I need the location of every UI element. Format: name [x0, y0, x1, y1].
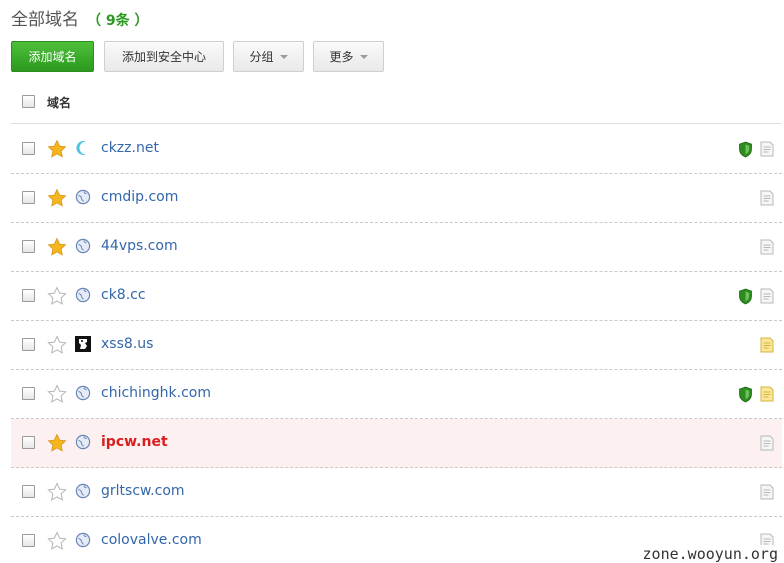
more-dropdown-button[interactable]: 更多 [313, 41, 384, 72]
table-row: ckzz.net [11, 125, 782, 174]
star-empty-icon[interactable] [47, 531, 67, 551]
add-to-security-center-label: 添加到安全中心 [121, 50, 206, 64]
star-filled-icon[interactable] [47, 237, 67, 257]
table-header: 域名 [11, 86, 782, 124]
row-checkbox[interactable] [22, 191, 35, 204]
row-checkbox[interactable] [22, 289, 35, 302]
row-checkbox[interactable] [22, 338, 35, 351]
star-filled-icon[interactable] [47, 433, 67, 453]
star-filled-icon[interactable] [47, 188, 67, 208]
moon-favicon-icon [75, 140, 91, 156]
ghost-favicon-icon [75, 336, 91, 352]
table-row: 44vps.com [11, 223, 782, 272]
shield-icon[interactable] [738, 288, 753, 305]
star-empty-icon[interactable] [47, 286, 67, 306]
globe-icon [75, 238, 91, 254]
note-icon[interactable] [760, 484, 774, 500]
domain-link[interactable]: xss8.us [101, 336, 153, 352]
row-checkbox[interactable] [22, 142, 35, 155]
table-row: cmdip.com [11, 174, 782, 223]
domain-link[interactable]: cmdip.com [101, 189, 178, 205]
row-checkbox[interactable] [22, 387, 35, 400]
add-domain-button[interactable]: 添加域名 [11, 41, 94, 72]
chevron-down-icon [279, 54, 288, 59]
row-checkbox[interactable] [22, 534, 35, 547]
table-row: grltscw.com [11, 468, 782, 517]
group-dropdown-button[interactable]: 分组 [233, 41, 304, 72]
row-checkbox[interactable] [22, 436, 35, 449]
note-icon[interactable] [760, 337, 774, 353]
select-all-checkbox[interactable] [22, 95, 35, 108]
globe-icon [75, 483, 91, 499]
page-title: 全部域名 （ 9条 ） [11, 5, 149, 30]
note-icon[interactable] [760, 141, 774, 157]
domain-link[interactable]: 44vps.com [101, 238, 178, 254]
table-row: ck8.cc [11, 272, 782, 321]
star-empty-icon[interactable] [47, 482, 67, 502]
star-filled-icon[interactable] [47, 139, 67, 159]
domain-link[interactable]: ck8.cc [101, 287, 146, 303]
globe-icon [75, 385, 91, 401]
note-icon[interactable] [760, 435, 774, 451]
domain-link[interactable]: grltscw.com [101, 483, 185, 499]
note-icon[interactable] [760, 239, 774, 255]
domain-link[interactable]: colovalve.com [101, 532, 202, 548]
domain-list: ckzz.net cmdip.com 44vps.com ck8.cc xss8.us c… [11, 125, 782, 563]
note-icon[interactable] [760, 288, 774, 304]
add-to-security-center-button[interactable]: 添加到安全中心 [104, 41, 224, 72]
watermark: zone.wooyun.org [638, 545, 782, 563]
globe-icon [75, 434, 91, 450]
chevron-down-icon [359, 54, 368, 59]
column-header-domain: 域名 [47, 96, 72, 110]
row-checkbox[interactable] [22, 240, 35, 253]
add-domain-label: 添加域名 [28, 50, 77, 64]
star-empty-icon[interactable] [47, 335, 67, 355]
row-checkbox[interactable] [22, 485, 35, 498]
note-icon[interactable] [760, 190, 774, 206]
globe-icon [75, 287, 91, 303]
table-row: xss8.us [11, 321, 782, 370]
globe-icon [75, 189, 91, 205]
star-empty-icon[interactable] [47, 384, 67, 404]
domain-count: （ 9条 ） [87, 13, 149, 29]
shield-icon[interactable] [738, 386, 753, 403]
globe-icon [75, 532, 91, 548]
shield-icon[interactable] [738, 141, 753, 158]
group-label: 分组 [249, 50, 274, 64]
more-label: 更多 [329, 50, 354, 64]
note-icon[interactable] [760, 386, 774, 402]
table-row: ipcw.net [11, 419, 782, 468]
domain-link[interactable]: ckzz.net [101, 140, 159, 156]
domain-link[interactable]: chichinghk.com [101, 385, 211, 401]
table-row: chichinghk.com [11, 370, 782, 419]
page-title-text: 全部域名 [11, 10, 79, 30]
domain-link[interactable]: ipcw.net [101, 434, 168, 450]
